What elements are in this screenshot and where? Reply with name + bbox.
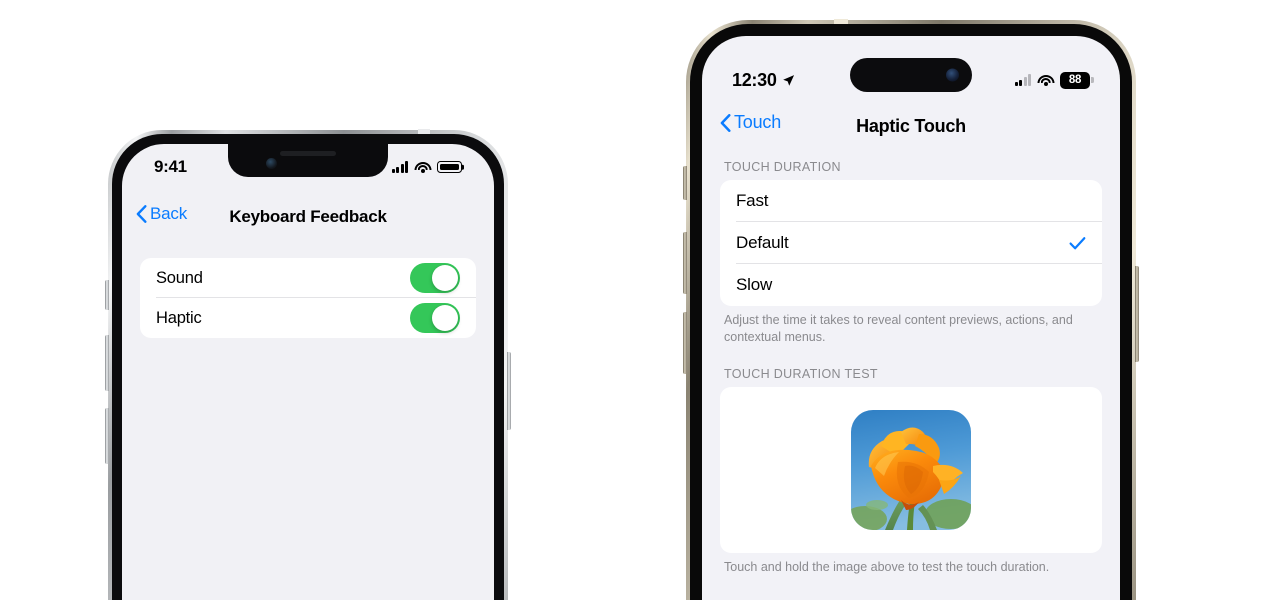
poppy-flower-image[interactable] — [851, 410, 971, 531]
row-haptic[interactable]: Haptic — [140, 298, 476, 338]
poppy-flower-artwork — [851, 410, 971, 531]
phone-left-screen: 9:41 Back Keyboard Feedback Sound Haptic — [122, 144, 494, 600]
battery-icon — [437, 161, 462, 173]
checkmark-icon — [1069, 236, 1086, 249]
sound-toggle[interactable] — [410, 263, 460, 293]
touch-duration-test-footer-text: Touch and hold the image above to test t… — [724, 560, 1050, 575]
phone-left-mute-switch[interactable] — [105, 280, 109, 310]
settings-card: Sound Haptic — [140, 258, 476, 338]
cellular-signal-icon — [1014, 74, 1031, 86]
status-bar-right-group: 88 — [1014, 71, 1090, 89]
haptic-touch-content: TOUCH DURATION Fast Default Slow Adjust … — [720, 160, 1102, 576]
status-bar-clock: 12:30 — [732, 69, 777, 90]
haptic-toggle[interactable] — [410, 303, 460, 333]
phone-left-device: 9:41 Back Keyboard Feedback Sound Haptic — [105, 129, 511, 600]
option-slow[interactable]: Slow — [720, 264, 1102, 306]
phone-right-volume-down-button[interactable] — [683, 312, 687, 374]
navigation-bar-right-phone: Touch Haptic Touch — [702, 110, 1120, 142]
option-label-fast: Fast — [736, 191, 769, 210]
screenshot-canvas: 9:41 Back Keyboard Feedback Sound Haptic… — [0, 0, 1280, 600]
phone-right-screen: 12:30 88 Touch Haptic Touch TOUCH DURATI… — [702, 36, 1120, 600]
back-button-label: Back — [150, 204, 187, 223]
status-bar-left-phone: 9:41 — [122, 156, 494, 178]
touch-duration-test-section-header: TOUCH DURATION TEST — [724, 367, 878, 382]
toggle-knob — [432, 265, 458, 291]
cellular-signal-icon — [391, 161, 408, 173]
touch-duration-section-header: TOUCH DURATION — [724, 160, 841, 174]
chevron-left-icon — [136, 205, 147, 223]
touch-duration-test-card — [720, 387, 1102, 554]
phone-right-action-button[interactable] — [683, 166, 687, 200]
phone-left-power-button[interactable] — [507, 352, 511, 430]
status-bar-left-group: 9:41 — [154, 157, 187, 177]
status-bar-clock: 9:41 — [154, 157, 187, 176]
battery-icon: 88 — [1060, 71, 1090, 89]
touch-duration-footer-text: Adjust the time it takes to reveal conte… — [724, 313, 1073, 344]
location-arrow-icon — [782, 74, 794, 86]
touch-duration-card: Fast Default Slow — [720, 180, 1102, 306]
row-sound[interactable]: Sound — [140, 258, 476, 298]
status-bar-left-group: 12:30 — [732, 70, 795, 91]
keyboard-feedback-list: Sound Haptic — [140, 258, 476, 338]
navigation-bar-left-phone: Back Keyboard Feedback — [122, 202, 494, 232]
toggle-knob — [432, 305, 458, 331]
phone-right-volume-up-button[interactable] — [683, 232, 687, 294]
option-fast[interactable]: Fast — [720, 180, 1102, 222]
phone-left-volume-down-button[interactable] — [105, 408, 109, 464]
back-button[interactable]: Back — [136, 204, 187, 224]
status-bar-right-group — [391, 161, 462, 173]
option-label-default: Default — [736, 233, 789, 252]
row-label-haptic: Haptic — [156, 308, 202, 327]
status-bar-right-phone: 12:30 88 — [702, 68, 1120, 92]
phone-right-power-button[interactable] — [1135, 266, 1139, 362]
chevron-left-icon — [720, 113, 731, 132]
phone-left-volume-up-button[interactable] — [105, 335, 109, 391]
phone-right-device: 12:30 88 Touch Haptic Touch TOUCH DURATI… — [683, 19, 1139, 600]
back-button-label: Touch — [734, 112, 782, 132]
option-label-slow: Slow — [736, 275, 773, 294]
row-label-sound: Sound — [156, 268, 203, 287]
wifi-icon — [414, 161, 431, 173]
wifi-icon — [1037, 74, 1054, 86]
back-button[interactable]: Touch — [720, 112, 781, 133]
option-default[interactable]: Default — [720, 222, 1102, 264]
